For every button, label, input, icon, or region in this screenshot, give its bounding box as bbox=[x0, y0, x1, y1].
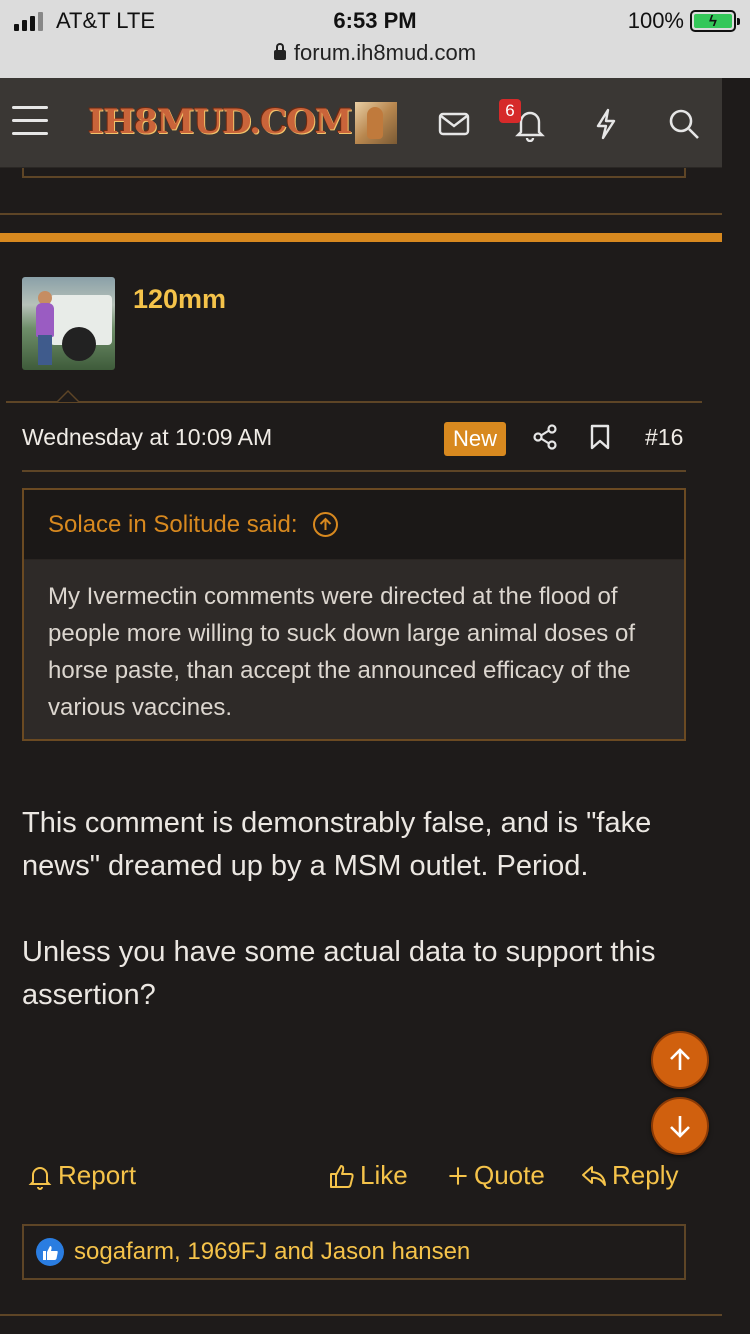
divider bbox=[22, 470, 686, 472]
thumbs-up-icon bbox=[330, 1164, 354, 1188]
like-label: Like bbox=[360, 1160, 408, 1190]
post-date[interactable]: Wednesday at 10:09 AM bbox=[22, 424, 272, 451]
address-bar[interactable]: forum.ih8mud.com bbox=[0, 40, 750, 66]
quote-block: Solace in Solitude said: My Ivermectin c… bbox=[22, 488, 686, 741]
arrow-down-icon bbox=[670, 1116, 690, 1138]
share-icon[interactable] bbox=[531, 423, 559, 451]
envelope-icon[interactable] bbox=[436, 106, 472, 142]
search-icon[interactable] bbox=[666, 106, 702, 142]
status-bar: AT&T LTE 6:53 PM 100% ϟ forum.ih8mud.com bbox=[0, 0, 750, 78]
message-caret bbox=[56, 390, 80, 402]
site-header: IH8MUD.COM bbox=[0, 78, 722, 168]
divider bbox=[0, 213, 722, 215]
post-body: This comment is demonstrably false, and … bbox=[22, 802, 702, 1060]
divider bbox=[0, 1314, 722, 1316]
quote-author[interactable]: Solace in Solitude said: bbox=[48, 511, 298, 539]
reactions-bar[interactable]: sogafarm, 1969FJ and Jason hansen bbox=[22, 1224, 686, 1280]
quote-label: Quote bbox=[474, 1160, 545, 1190]
like-button[interactable]: Like bbox=[328, 1160, 408, 1191]
post-number[interactable]: #16 bbox=[645, 424, 683, 451]
menu-icon[interactable] bbox=[12, 106, 48, 136]
battery-percent: 100% bbox=[627, 8, 684, 33]
lock-icon bbox=[273, 43, 286, 60]
quote-text: My Ivermectin comments were directed at … bbox=[48, 583, 635, 721]
report-button[interactable]: Report bbox=[26, 1160, 136, 1191]
battery-icon: ϟ bbox=[690, 10, 740, 32]
scroll-down-button[interactable] bbox=[651, 1097, 709, 1155]
post-paragraph: This comment is demonstrably false, and … bbox=[22, 807, 652, 882]
message-divider bbox=[6, 401, 702, 403]
new-badge: New bbox=[444, 422, 506, 456]
reactors-list[interactable]: sogafarm, 1969FJ and Jason hansen bbox=[74, 1238, 470, 1266]
quote-button[interactable]: Quote bbox=[446, 1160, 545, 1191]
poster-username[interactable]: 120mm bbox=[133, 284, 226, 315]
post-paragraph: Unless you have some actual data to supp… bbox=[22, 936, 656, 1011]
scroll-up-button[interactable] bbox=[651, 1031, 709, 1089]
quote-header: Solace in Solitude said: bbox=[24, 490, 684, 560]
report-label: Report bbox=[58, 1160, 137, 1190]
url-text: forum.ih8mud.com bbox=[293, 40, 477, 65]
poster-avatar[interactable] bbox=[22, 277, 115, 370]
notification-badge[interactable]: 6 bbox=[499, 99, 521, 123]
arrow-up-icon bbox=[670, 1048, 690, 1070]
user-avatar[interactable] bbox=[355, 102, 397, 144]
previous-post-edge bbox=[22, 168, 686, 178]
site-logo[interactable]: IH8MUD.COM bbox=[88, 102, 352, 142]
like-reaction-icon bbox=[36, 1238, 64, 1266]
lightning-icon[interactable] bbox=[588, 106, 624, 142]
arrow-up-circle-icon[interactable] bbox=[312, 511, 339, 538]
reply-icon bbox=[582, 1165, 606, 1186]
new-posts-marker bbox=[0, 233, 722, 242]
reply-label: Reply bbox=[612, 1160, 679, 1190]
reply-button[interactable]: Reply bbox=[580, 1160, 678, 1191]
plus-icon bbox=[449, 1166, 467, 1185]
bookmark-icon[interactable] bbox=[589, 423, 611, 451]
bell-icon bbox=[28, 1166, 52, 1190]
